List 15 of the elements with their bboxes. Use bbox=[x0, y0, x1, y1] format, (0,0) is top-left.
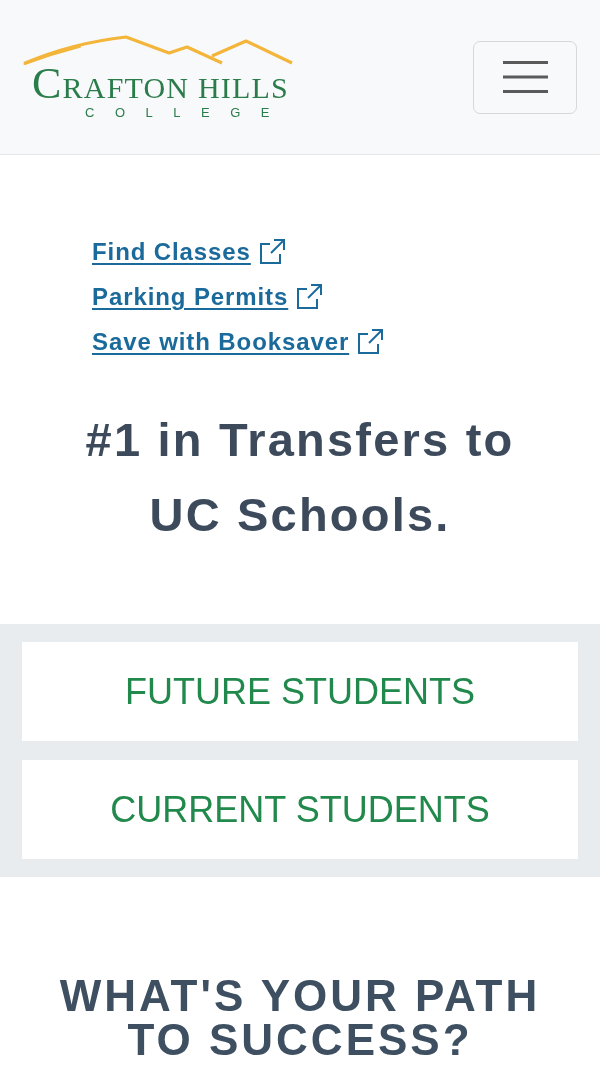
menu-button[interactable] bbox=[473, 40, 577, 114]
mountain-icon bbox=[22, 35, 294, 65]
tagline-heading: #1 in Transfers to UC Schools. bbox=[84, 412, 516, 543]
quick-link[interactable]: Parking Permits bbox=[92, 282, 323, 312]
external-link-icon[interactable] bbox=[258, 239, 285, 265]
logo-wordmark: CRAFTON HILLS bbox=[32, 65, 289, 107]
audience-button[interactable]: CURRENT STUDENTS bbox=[22, 760, 578, 859]
external-link-icon[interactable] bbox=[296, 284, 323, 310]
quick-link[interactable]: Find Classes bbox=[92, 237, 285, 267]
external-link-icon[interactable] bbox=[357, 329, 384, 355]
logo-subtitle: COLLEGE bbox=[85, 106, 290, 119]
quick-link[interactable]: Save with Booksaver bbox=[92, 327, 384, 357]
audience-button[interactable]: FUTURE STUDENTS bbox=[22, 642, 578, 741]
section-heading: WHAT'S YOUR PATH TO SUCCESS? bbox=[58, 974, 542, 1062]
menu-icon[interactable] bbox=[502, 60, 548, 94]
